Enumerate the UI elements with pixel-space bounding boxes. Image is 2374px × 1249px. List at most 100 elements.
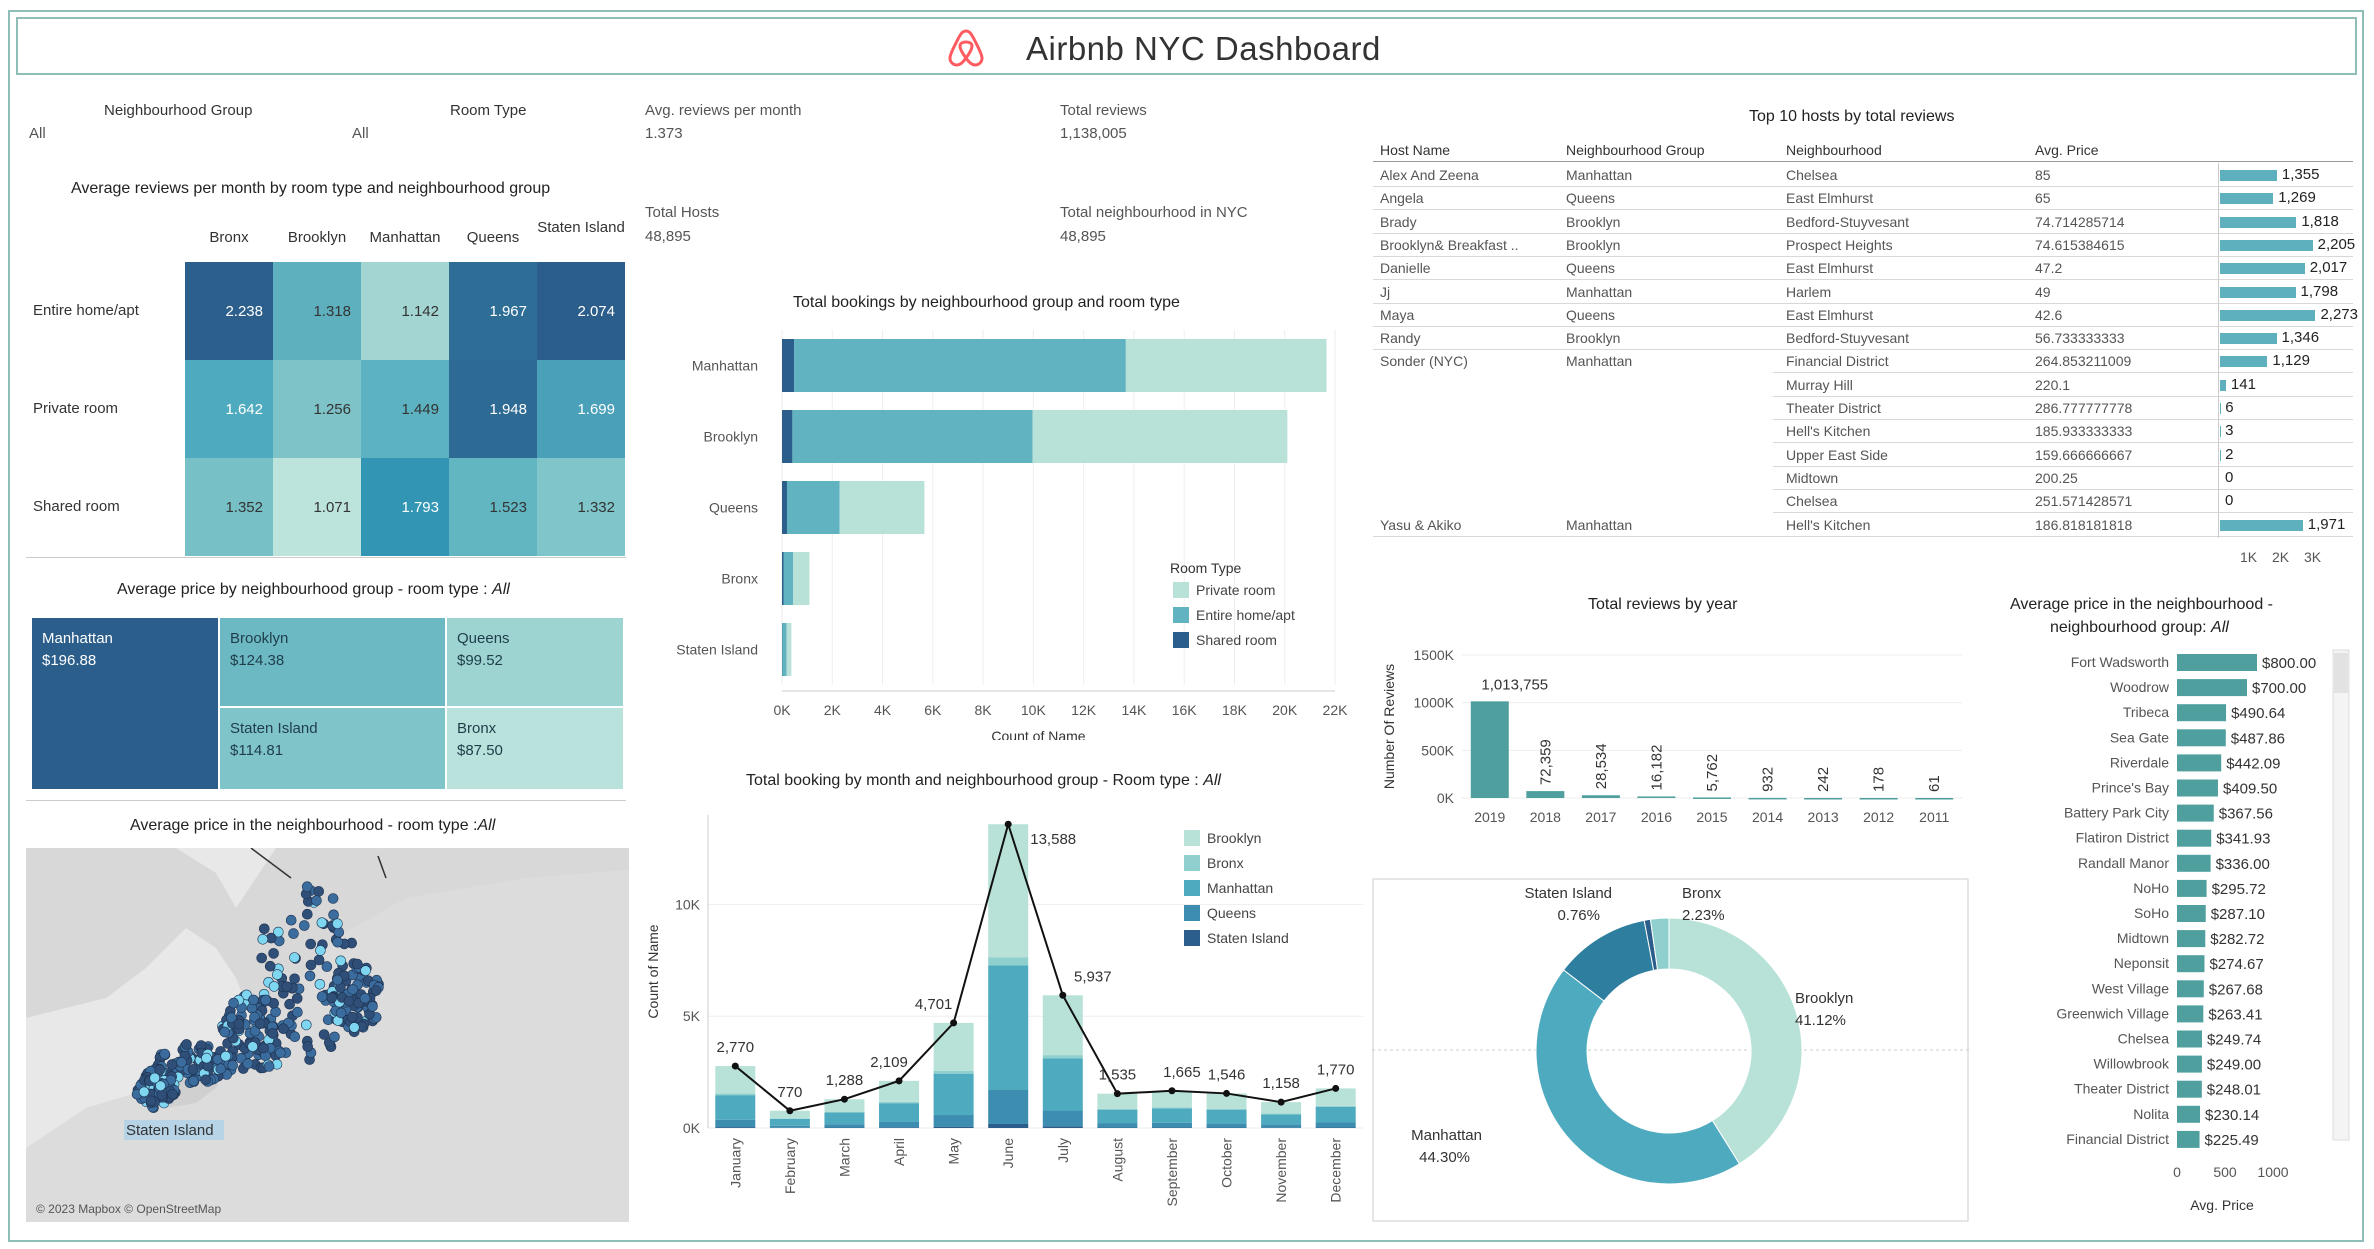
bar-segment <box>1042 1055 1083 1059</box>
listing-point <box>321 961 333 972</box>
bar-segment <box>1125 339 1327 392</box>
table-row: Theater District 286.777777778 6 <box>1373 396 2353 419</box>
table-cell: East Elmhurst <box>1786 190 1874 207</box>
heatmap-cell: 1.793 <box>361 458 449 556</box>
review-label: 1,798 <box>2300 282 2339 300</box>
price-label: $442.09 <box>2226 755 2280 772</box>
filter-group-value[interactable]: All <box>29 125 46 142</box>
bar-segment <box>933 1073 974 1116</box>
divider <box>26 557 626 558</box>
table-cell: Manhattan <box>1566 516 1633 533</box>
category-label: Manhattan <box>692 358 758 374</box>
x-tick-label: December <box>1328 1138 1344 1203</box>
table-row: Maya Queens East Elmhurst 42.6 2,273 <box>1373 303 2358 326</box>
heatmap-cell: 1.256 <box>273 360 361 458</box>
table-cell: Maya <box>1380 306 1415 323</box>
x-axis-title: Avg. Price <box>2190 1197 2254 1213</box>
table-header: Neighbourhood <box>1786 142 1882 158</box>
y-tick-label: 0K <box>683 1120 701 1136</box>
bar-segment <box>1261 1124 1302 1128</box>
x-tick-label: 12K <box>1071 702 1097 718</box>
treemap-cell-name: Staten Island <box>230 720 318 737</box>
price-bar <box>2177 804 2214 822</box>
neighbourhood-label: SoHo <box>2134 905 2169 921</box>
filter-room-label: Room Type <box>450 102 527 119</box>
filter-room-value[interactable]: All <box>352 125 369 142</box>
review-bar <box>2220 170 2277 181</box>
bar-value-label: 932 <box>1760 767 1777 792</box>
price-label: $409.50 <box>2223 781 2277 798</box>
price-bar <box>2177 955 2205 973</box>
table-cell: 49 <box>2035 283 2051 300</box>
x-tick-label: 2018 <box>1530 809 1561 825</box>
bar-segment <box>933 1115 974 1127</box>
axis-tick-label: 1K <box>2240 549 2258 565</box>
table-row: Angela Queens East Elmhurst 65 1,269 <box>1373 186 2353 209</box>
table-row: Randy Brooklyn Bedford-Stuyvesant 56.733333… <box>1373 326 2353 349</box>
total-point <box>840 1095 848 1103</box>
table-cell: Prospect Heights <box>1786 236 1893 253</box>
treemap-cell-name: Queens <box>457 630 510 647</box>
bar-segment <box>1261 1113 1302 1115</box>
listing-point <box>267 1028 278 1039</box>
table-row: Hell's Kitchen 185.933333333 3 <box>1373 419 2353 442</box>
price-bar <box>2177 905 2206 922</box>
price-label: $700.00 <box>2252 680 2306 697</box>
legend-label: Staten Island <box>1207 930 1289 946</box>
listing-point <box>289 952 300 963</box>
treemap-cell-value: $196.88 <box>42 652 97 669</box>
x-tick-label: 20K <box>1272 702 1298 718</box>
price-bar <box>2177 729 2226 747</box>
category-label: Staten Island <box>676 642 758 658</box>
heatmap-cell: 1.699 <box>537 360 625 458</box>
listing-point <box>316 991 328 1002</box>
price-bar <box>2177 930 2206 948</box>
table-cell: Midtown <box>1786 469 1839 486</box>
x-tick-label: 2011 <box>1919 809 1949 825</box>
kpi-total-reviews-label: Total reviews <box>1060 102 1147 119</box>
price-bar <box>2177 980 2204 998</box>
review-label: 1,346 <box>2281 329 2320 347</box>
heatmap-row-label: Shared room <box>33 498 120 515</box>
price-bar <box>2177 1080 2202 1098</box>
listing-point <box>318 1029 330 1040</box>
review-bar <box>2220 333 2277 345</box>
month-chart: 0K 5K 10K Count of Name January February March… <box>645 815 1363 1206</box>
year-bar <box>1526 791 1565 798</box>
legend-label: Entire home/apt <box>1196 607 1295 623</box>
listing-point <box>311 895 322 906</box>
price-label: $274.67 <box>2209 956 2263 973</box>
legend-label: Queens <box>1207 905 1256 921</box>
total-label: 1,535 <box>1099 1067 1137 1084</box>
bar-segment <box>879 1101 920 1104</box>
legend-swatch <box>1184 855 1200 871</box>
table-cell: Theater District <box>1786 400 1881 416</box>
airbnb-logo-icon <box>948 29 984 67</box>
total-point <box>1223 1089 1231 1097</box>
table-cell: 186.818181818 <box>2035 516 2133 533</box>
bar-segment <box>988 1123 1029 1128</box>
listing-point <box>314 979 326 990</box>
x-tick-label: July <box>1055 1138 1071 1163</box>
neighbourhood-label: Riverdale <box>2110 754 2169 770</box>
listing-point <box>228 997 239 1009</box>
listing-point <box>347 984 359 995</box>
table-cell: Upper East Side <box>1786 446 1888 463</box>
table-cell: 264.853211009 <box>2035 353 2132 370</box>
bar-segment <box>1315 1105 1356 1107</box>
nyc-map[interactable]: Staten Island © 2023 Mapbox © OpenStreet… <box>26 848 629 1222</box>
heatmap-col-label: Bronx <box>209 229 249 246</box>
neighbourhood-label: Midtown <box>2117 930 2169 946</box>
table-row: Brooklyn& Breakfast .. Brooklyn Prospect H… <box>1373 233 2355 256</box>
total-point <box>1059 991 1067 999</box>
price-label: $336.00 <box>2216 856 2270 873</box>
heatmap-row-label: Private room <box>33 400 119 417</box>
y-axis-title: Count of Name <box>645 924 661 1018</box>
scrollbar-thumb <box>2334 653 2348 693</box>
listing-point <box>156 1089 167 1101</box>
neighbourhood-label: NoHo <box>2133 880 2169 896</box>
treemap-cell-name: Manhattan <box>42 630 113 647</box>
table-cell: Alex And Zeena <box>1380 167 1479 183</box>
table-cell: Brooklyn& Breakfast .. <box>1380 236 1519 253</box>
bar-segment <box>1042 1110 1083 1127</box>
